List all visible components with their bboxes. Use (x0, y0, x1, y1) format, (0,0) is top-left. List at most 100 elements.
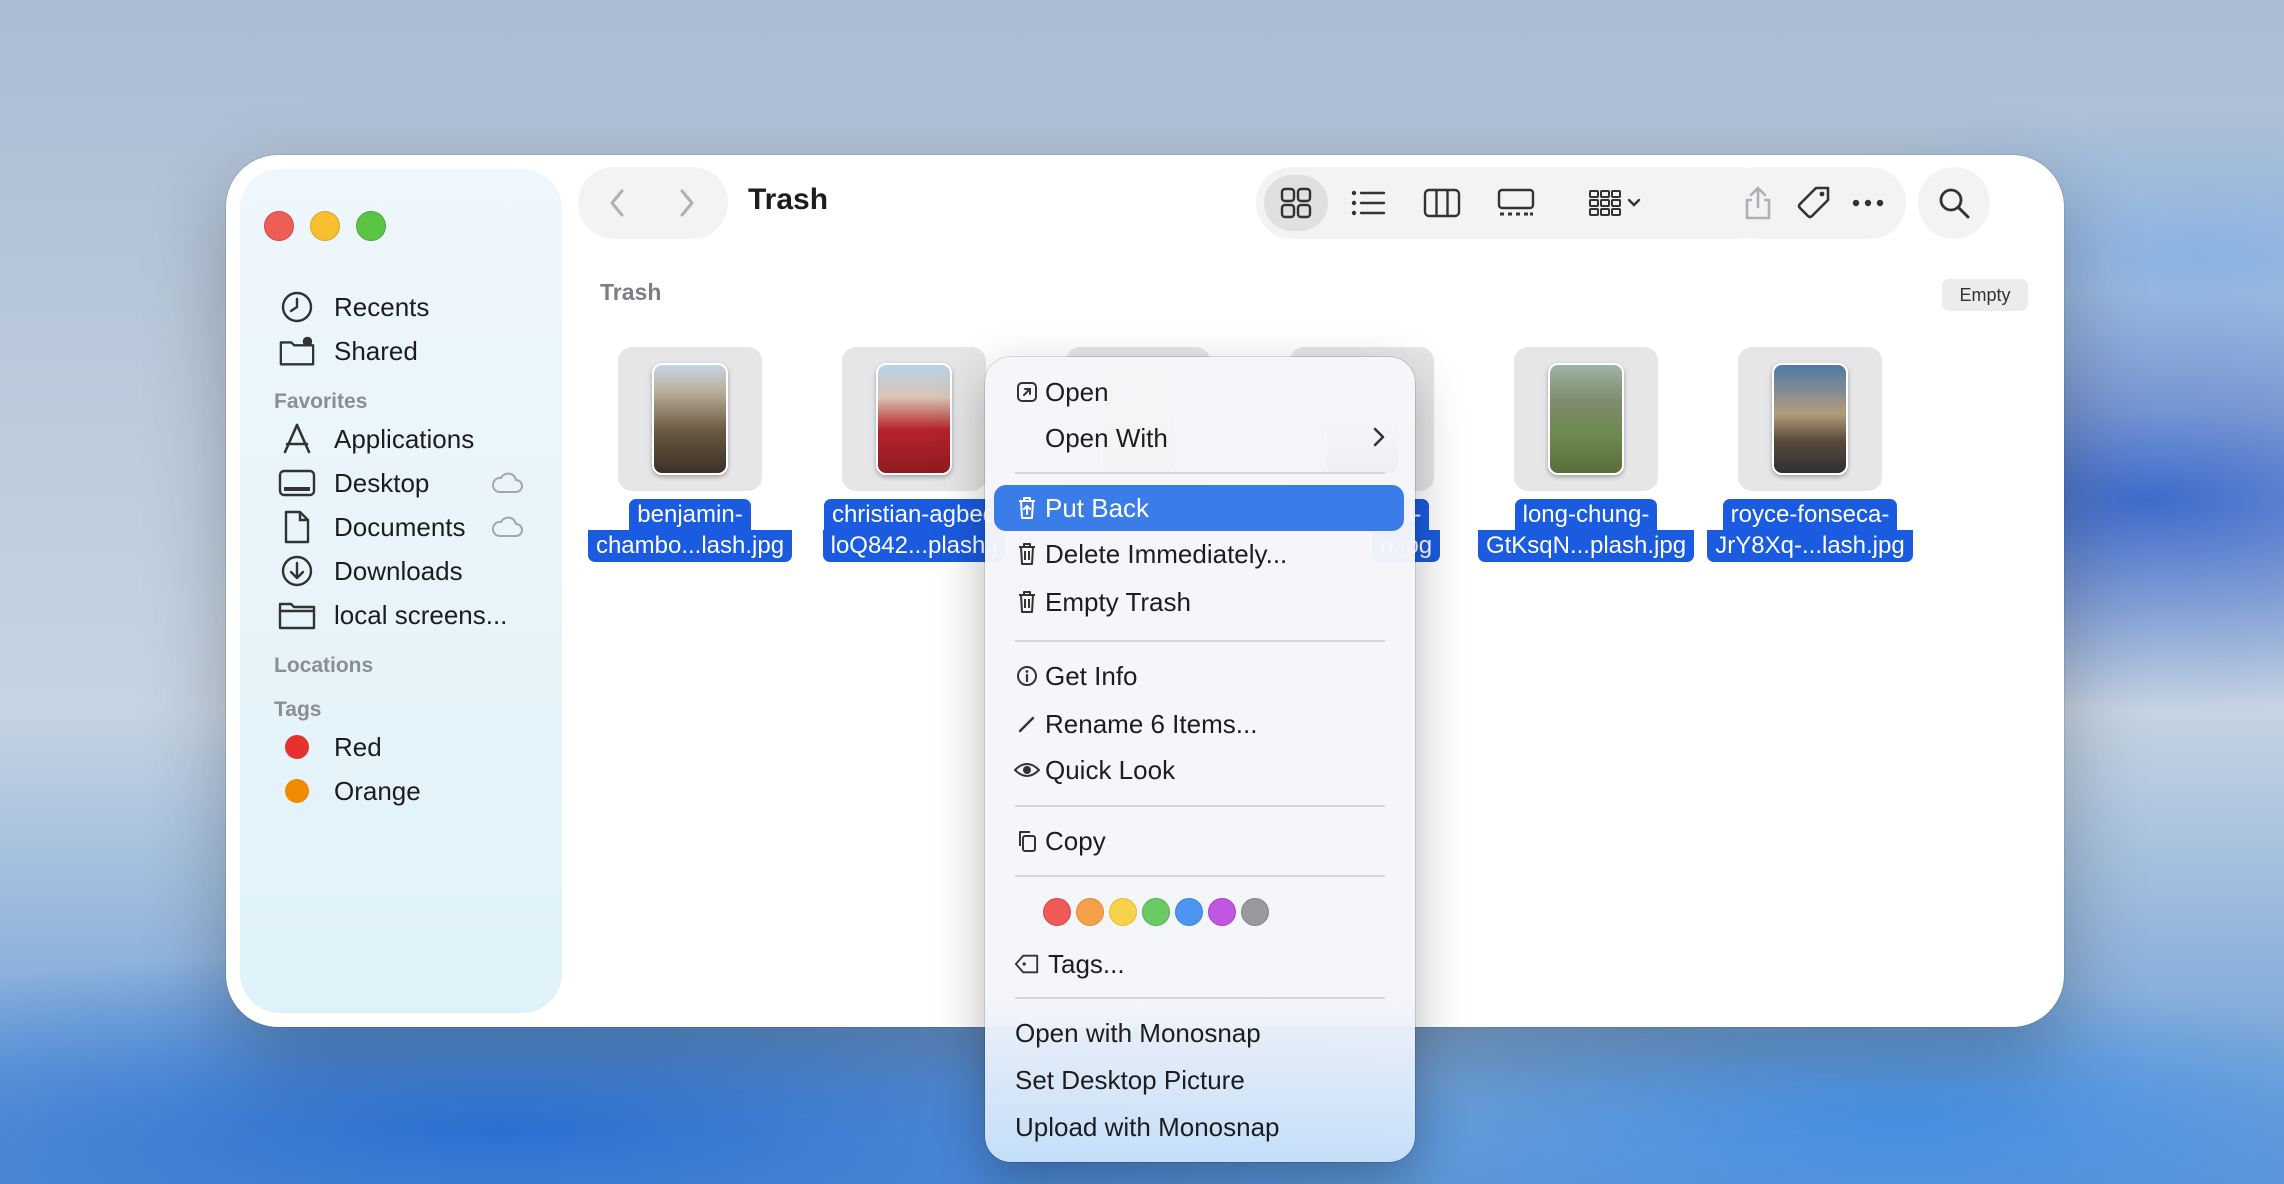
tag-color-blue[interactable] (1175, 898, 1203, 926)
red-tag-dot (285, 735, 309, 759)
folder-header: Trash (600, 279, 662, 305)
close-window-button[interactable] (264, 211, 294, 241)
menu-item-rename[interactable]: Rename 6 Items... (994, 701, 1404, 747)
list-view-button[interactable] (1336, 175, 1400, 231)
menu-item-open-with-monosnap[interactable]: Open with Monosnap (994, 1010, 1404, 1056)
file-name: long-chung- GtKsqN...plash.jpg (1476, 499, 1696, 562)
more-actions-button[interactable] (1836, 175, 1900, 231)
columns-icon (1423, 188, 1461, 218)
icon-view-button[interactable] (1264, 175, 1328, 231)
chevron-right-icon (1372, 425, 1386, 454)
download-icon (278, 552, 316, 590)
menu-separator (1015, 875, 1385, 877)
forward-button[interactable] (652, 167, 722, 239)
sidebar-item-label: Orange (334, 775, 421, 806)
tag-color-purple[interactable] (1208, 898, 1236, 926)
sidebar-item-label: Downloads (334, 555, 463, 586)
menu-separator (1015, 997, 1385, 999)
group-grid-icon (1589, 190, 1641, 216)
icloud-icon (490, 471, 524, 495)
file-name: benjamin- chambo...lash.jpg (580, 499, 800, 562)
applications-icon (278, 420, 316, 458)
menu-separator (1015, 640, 1385, 642)
sidebar: Recents Shared Favorites Applications De… (240, 169, 562, 1013)
clock-icon (278, 288, 316, 326)
menu-item-tags[interactable]: Tags... (994, 941, 1404, 987)
image-thumbnail (652, 363, 728, 475)
tag-color-yellow[interactable] (1109, 898, 1137, 926)
list-icon (1351, 190, 1386, 216)
menu-separator (1015, 805, 1385, 807)
info-icon (1014, 663, 1040, 689)
sidebar-item-shared[interactable]: Shared (278, 331, 418, 371)
eye-icon (1014, 757, 1040, 783)
search-button[interactable] (1922, 175, 1986, 231)
sidebar-item-label: Recents (334, 291, 430, 322)
menu-item-delete-immediately[interactable]: Delete Immediately... (994, 531, 1404, 577)
view-mode-group (1256, 167, 1776, 239)
grid-icon (1280, 187, 1312, 219)
tag-icon (1797, 186, 1830, 219)
ellipsis-icon (1852, 199, 1884, 207)
chevron-left-icon (610, 189, 624, 217)
sidebar-item-documents[interactable]: Documents (278, 507, 466, 547)
menu-item-get-info[interactable]: Get Info (994, 653, 1404, 699)
image-thumbnail (876, 363, 952, 475)
tag-color-red[interactable] (1043, 898, 1071, 926)
menu-item-upload-with-monosnap[interactable]: Upload with Monosnap (994, 1104, 1404, 1150)
trash-icon (1014, 541, 1040, 567)
sidebar-item-desktop[interactable]: Desktop (278, 463, 429, 503)
navigation-group (578, 167, 728, 239)
empty-trash-button[interactable]: Empty (1942, 279, 2028, 311)
tag-color-gray[interactable] (1241, 898, 1269, 926)
menu-separator (1015, 472, 1385, 474)
sidebar-item-label: Documents (334, 511, 466, 542)
image-thumbnail (1772, 363, 1848, 475)
menu-item-copy[interactable]: Copy (994, 818, 1404, 864)
column-view-button[interactable] (1410, 175, 1474, 231)
group-by-button[interactable] (1582, 175, 1654, 231)
share-button[interactable] (1726, 175, 1790, 231)
pencil-icon (1014, 711, 1040, 737)
file-name: royce-fonseca- JrY8Xq-...lash.jpg (1700, 499, 1920, 562)
menu-item-empty-trash[interactable]: Empty Trash (994, 579, 1404, 625)
favorites-header: Favorites (274, 390, 368, 413)
sidebar-item-downloads[interactable]: Downloads (278, 551, 463, 591)
window-title: Trash (748, 183, 829, 216)
sidebar-item-label: Desktop (334, 467, 430, 498)
image-thumbnail (1548, 363, 1624, 475)
sidebar-item-recents[interactable]: Recents (278, 287, 429, 327)
icloud-icon (490, 515, 524, 539)
sidebar-item-label: local screens... (334, 599, 508, 630)
menu-item-put-back[interactable]: Put Back (994, 485, 1404, 531)
orange-tag-dot (285, 779, 309, 803)
minimize-window-button[interactable] (310, 211, 340, 241)
search-icon (1939, 188, 1970, 219)
zoom-window-button[interactable] (356, 211, 386, 241)
sidebar-item-applications[interactable]: Applications (278, 419, 474, 459)
tag-color-orange[interactable] (1076, 898, 1104, 926)
locations-header: Locations (274, 654, 374, 677)
sidebar-item-local-screens[interactable]: local screens... (278, 595, 507, 635)
document-icon (278, 508, 316, 546)
trash-icon (1014, 589, 1040, 615)
tag-color-green[interactable] (1142, 898, 1170, 926)
tag-icon (1014, 951, 1040, 977)
actions-group (1722, 167, 1906, 239)
back-button[interactable] (582, 167, 652, 239)
sidebar-tag-orange[interactable]: Orange (278, 771, 421, 811)
menu-item-open[interactable]: Open (994, 369, 1404, 415)
sidebar-item-label: Applications (334, 423, 475, 454)
sidebar-item-label: Red (334, 731, 382, 762)
menu-item-set-desktop-picture[interactable]: Set Desktop Picture (994, 1057, 1404, 1103)
copy-icon (1014, 828, 1040, 854)
desktop-icon (278, 464, 316, 502)
sidebar-item-label: Shared (334, 335, 418, 366)
shared-folder-icon (278, 332, 316, 370)
tags-header: Tags (274, 698, 322, 721)
menu-item-open-with[interactable]: Open With (994, 415, 1404, 461)
gallery-view-button[interactable] (1484, 175, 1548, 231)
gallery-icon (1497, 188, 1535, 216)
menu-item-quick-look[interactable]: Quick Look (994, 747, 1404, 793)
sidebar-tag-red[interactable]: Red (278, 727, 382, 767)
